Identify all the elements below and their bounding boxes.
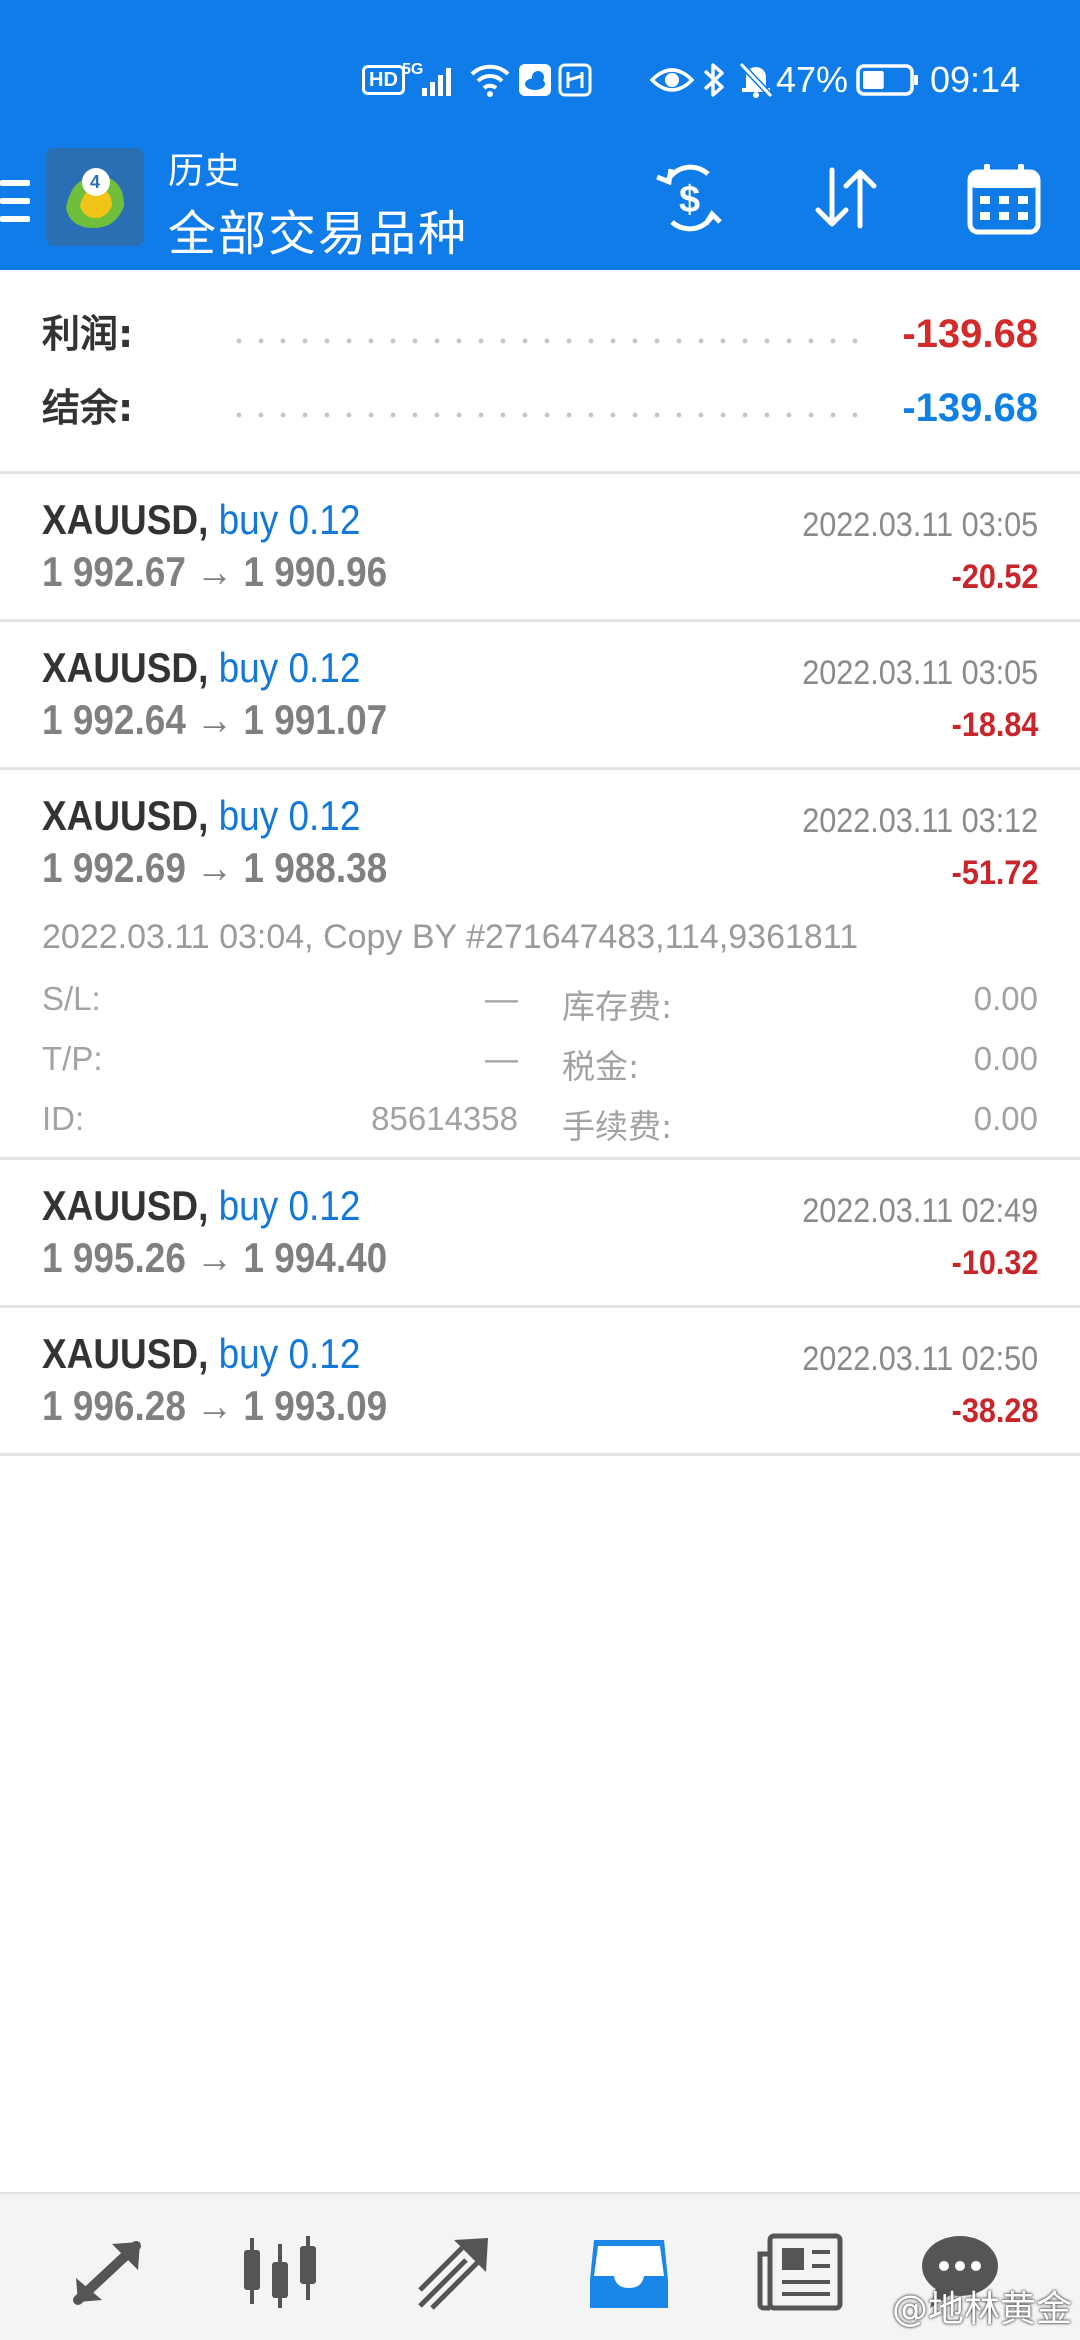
news-icon[interactable] xyxy=(756,2230,846,2314)
id-value: 85614358 xyxy=(371,1100,518,1137)
trade-symbol: XAUUSD, buy 0.12 xyxy=(42,1182,361,1229)
signal-icon: 5G xyxy=(402,52,458,108)
tp-value: — xyxy=(485,1040,518,1077)
trade-direction: buy 0.12 xyxy=(218,792,361,839)
balance-row: 结余: -139.68 xyxy=(0,378,1080,438)
trade-prices: 1 992.64 → 1 991.07 xyxy=(42,696,388,743)
battery-percent: 47% xyxy=(776,59,849,100)
trade-time: 2022.03.11 03:05 xyxy=(802,654,1038,692)
dotted-leader xyxy=(228,338,868,344)
wifi-icon xyxy=(468,52,512,108)
app-bar: 4 历史 全部交易品种 $ xyxy=(0,140,1080,270)
balance-label: 结余: xyxy=(42,386,134,430)
trade-prices: 1 992.67 → 1 990.96 xyxy=(42,548,388,595)
svg-text:$: $ xyxy=(679,179,700,221)
profit-value: -139.68 xyxy=(902,312,1038,356)
sl-value: — xyxy=(485,980,518,1017)
weather-icon xyxy=(518,52,552,108)
symbol-filter[interactable]: 全部交易品种 xyxy=(168,194,468,264)
trade-time: 2022.03.11 02:49 xyxy=(802,1192,1038,1230)
clock: 09:14 xyxy=(930,59,1021,100)
commission-value: 0.00 xyxy=(973,1100,1038,1137)
trade-row[interactable]: XAUUSD, buy 0.12 1 996.28 → 1 993.09 202… xyxy=(0,1308,1080,1456)
trade-row[interactable]: XAUUSD, buy 0.12 1 992.64 → 1 991.07 202… xyxy=(0,622,1080,770)
trade-symbol: XAUUSD, buy 0.12 xyxy=(42,792,361,839)
trade-prices: 1 996.28 → 1 993.09 xyxy=(42,1382,388,1429)
eye-icon xyxy=(650,52,694,108)
svg-text:4: 4 xyxy=(90,172,100,192)
swap-value: 0.00 xyxy=(973,980,1038,1017)
bluetooth-icon xyxy=(702,52,726,108)
summary-panel: 利润: -139.68 结余: -139.68 xyxy=(0,270,1080,474)
trade-time: 2022.03.11 02:50 xyxy=(802,1340,1038,1378)
battery-icon xyxy=(856,52,920,108)
currency-exchange-icon[interactable]: $ xyxy=(650,158,730,238)
trade-time: 2022.03.11 03:12 xyxy=(802,802,1038,840)
trade-profit: -18.84 xyxy=(951,706,1038,744)
history-icon[interactable] xyxy=(584,2230,674,2314)
commission-label: 手续费: xyxy=(562,1107,673,1146)
swap-label: 库存费: xyxy=(562,987,673,1026)
trade-row[interactable]: XAUUSD, buy 0.12 1 992.67 → 1 990.96 202… xyxy=(0,474,1080,622)
trade-direction: buy 0.12 xyxy=(218,1182,361,1229)
trade-symbol: XAUUSD, buy 0.12 xyxy=(42,496,361,543)
id-label: ID: xyxy=(42,1100,85,1137)
tax-value: 0.00 xyxy=(973,1040,1038,1077)
trade-icon[interactable] xyxy=(412,2230,502,2314)
trade-row-expanded[interactable]: XAUUSD, buy 0.12 1 992.69 → 1 988.38 202… xyxy=(0,770,1080,1160)
trade-comment: 2022.03.11 03:04, Copy BY #271647483,114… xyxy=(42,918,859,956)
trade-direction: buy 0.12 xyxy=(218,496,361,543)
status-bar: HD 5G 47% 09:14 xyxy=(0,52,1080,108)
trade-symbol: XAUUSD, buy 0.12 xyxy=(42,1330,361,1377)
trade-time: 2022.03.11 03:05 xyxy=(802,506,1038,544)
tax-label: 税金: xyxy=(562,1047,640,1086)
svg-text:5G: 5G xyxy=(402,61,423,78)
quotes-icon[interactable] xyxy=(66,2230,156,2314)
trade-profit: -10.32 xyxy=(951,1244,1038,1282)
trade-list: XAUUSD, buy 0.12 1 992.67 → 1 990.96 202… xyxy=(0,474,1080,1456)
metatrader-logo: 4 xyxy=(46,148,144,246)
sort-icon[interactable] xyxy=(806,158,886,238)
sl-label: S/L: xyxy=(42,980,101,1017)
trade-prices: 1 995.26 → 1 994.40 xyxy=(42,1234,388,1281)
bottom-navigation: @地林黄金 xyxy=(0,2192,1080,2340)
hd-icon: HD xyxy=(362,52,405,108)
trade-profit: -20.52 xyxy=(951,558,1038,596)
profit-label: 利润: xyxy=(42,312,134,356)
trade-symbol: XAUUSD, buy 0.12 xyxy=(42,644,361,691)
app-notification-icon xyxy=(558,52,592,108)
trade-row[interactable]: XAUUSD, buy 0.12 1 995.26 → 1 994.40 202… xyxy=(0,1160,1080,1308)
trade-profit: -38.28 xyxy=(951,1392,1038,1430)
trade-direction: buy 0.12 xyxy=(218,1330,361,1377)
balance-value: -139.68 xyxy=(902,386,1038,430)
header: HD 5G 47% 09:14 4 历史 全部交易品种 $ xyxy=(0,0,1080,270)
watermark: @地林黄金 xyxy=(891,2289,1072,2330)
trade-profit: -51.72 xyxy=(951,854,1038,892)
calendar-icon[interactable] xyxy=(964,158,1044,238)
tp-label: T/P: xyxy=(42,1040,103,1077)
trade-prices: 1 992.69 → 1 988.38 xyxy=(42,844,388,891)
hd-badge: HD xyxy=(362,65,405,95)
page-title: 历史 xyxy=(168,151,241,192)
menu-icon[interactable] xyxy=(0,176,30,226)
trade-direction: buy 0.12 xyxy=(218,644,361,691)
chart-icon[interactable] xyxy=(236,2230,326,2314)
mute-bell-icon xyxy=(738,52,774,108)
dotted-leader xyxy=(228,412,868,418)
profit-row: 利润: -139.68 xyxy=(0,304,1080,364)
